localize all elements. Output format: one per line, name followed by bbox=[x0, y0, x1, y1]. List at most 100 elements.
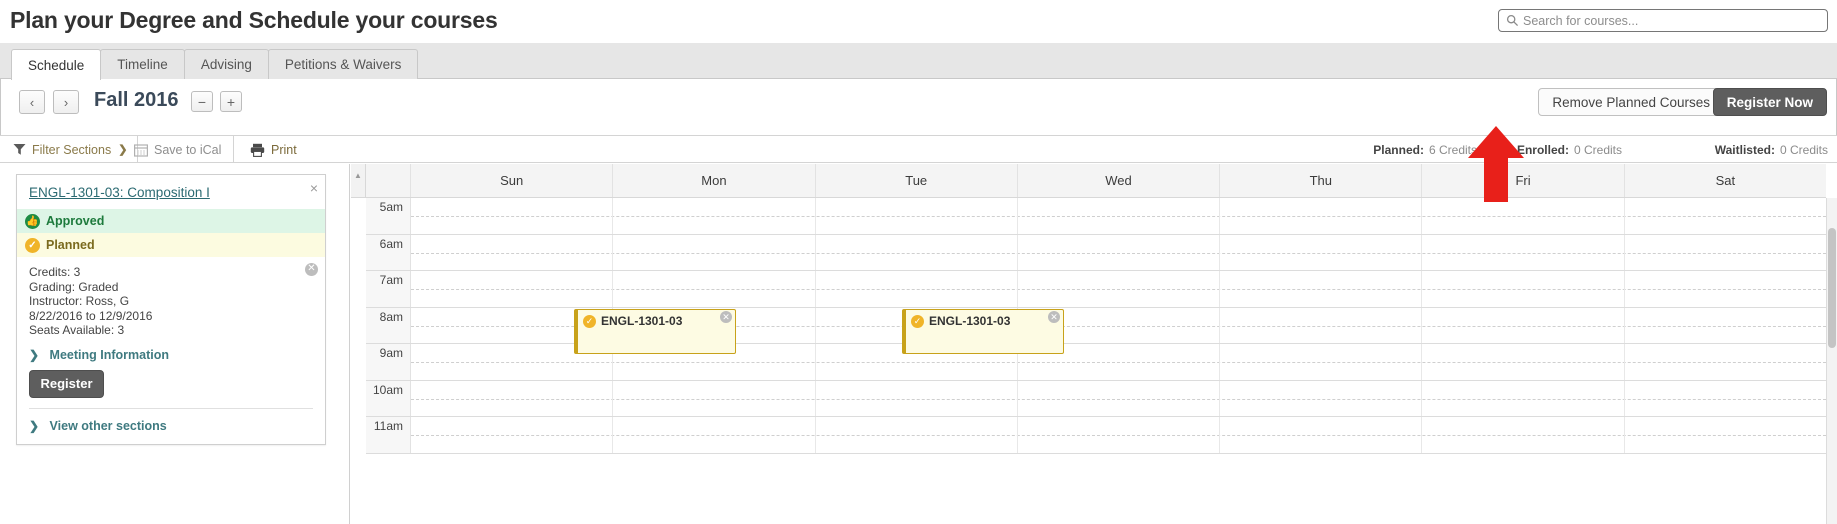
term-label: Fall 2016 bbox=[94, 89, 179, 111]
calendar-scrollbar[interactable] bbox=[1826, 198, 1837, 524]
course-details: ✕ Credits: 3 Grading: Graded Instructor:… bbox=[17, 257, 325, 340]
day-cell[interactable] bbox=[1220, 198, 1423, 234]
meeting-information-toggle[interactable]: ❯ Meeting Information bbox=[17, 340, 325, 366]
day-cell[interactable] bbox=[1625, 381, 1826, 417]
view-other-sections-toggle[interactable]: ❯ View other sections bbox=[17, 409, 325, 444]
day-cell[interactable] bbox=[1018, 234, 1221, 270]
detail-seats: Seats Available: 3 bbox=[29, 323, 125, 337]
day-cell[interactable] bbox=[613, 234, 816, 270]
register-now-button[interactable]: Register Now bbox=[1712, 88, 1827, 116]
day-cell[interactable] bbox=[613, 380, 816, 416]
day-header-sun: Sun bbox=[411, 164, 614, 197]
calendar-scrollbar-thumb[interactable] bbox=[1828, 228, 1836, 348]
print-label: Print bbox=[271, 142, 297, 157]
calendar-scroll-up-button[interactable]: ▲ bbox=[351, 164, 366, 198]
calendar-icon bbox=[134, 143, 148, 157]
day-cell[interactable] bbox=[411, 234, 614, 270]
day-header-thu: Thu bbox=[1220, 164, 1423, 197]
close-icon[interactable]: × bbox=[310, 181, 318, 195]
waitlisted-credits: Waitlisted: 0 Credits bbox=[1715, 136, 1828, 163]
day-cell[interactable] bbox=[1422, 234, 1625, 270]
day-cell[interactable] bbox=[1422, 344, 1625, 380]
enrolled-credits-label: Enrolled: bbox=[1516, 142, 1569, 157]
day-cell[interactable] bbox=[1422, 198, 1625, 234]
close-icon[interactable]: ✕ bbox=[1048, 311, 1060, 323]
search-icon bbox=[1506, 14, 1519, 27]
day-header-wed: Wed bbox=[1018, 164, 1221, 197]
day-cell[interactable] bbox=[613, 198, 816, 234]
close-icon[interactable]: ✕ bbox=[720, 311, 732, 323]
day-cell[interactable] bbox=[1018, 417, 1221, 453]
course-card: ENGL-1301-03: Composition I × 👍 Approved… bbox=[16, 174, 326, 445]
hour-row-7am: 7am bbox=[366, 271, 1826, 308]
hour-row-5am: 5am bbox=[366, 198, 1826, 235]
day-cell[interactable] bbox=[411, 417, 614, 453]
tab-advising[interactable]: Advising bbox=[183, 49, 269, 79]
print-button[interactable]: Print bbox=[250, 136, 297, 163]
planned-credits-value: 6 Credits bbox=[1428, 142, 1477, 157]
day-cell[interactable] bbox=[816, 380, 1018, 416]
filter-sections-button[interactable]: Filter Sections ❯ bbox=[13, 136, 139, 163]
day-columns bbox=[411, 198, 1826, 234]
day-cell[interactable] bbox=[1625, 235, 1826, 271]
tab-petitions-waivers[interactable]: Petitions & Waivers bbox=[267, 49, 419, 79]
detail-dates: 8/22/2016 to 12/9/2016 bbox=[29, 308, 153, 323]
day-cell[interactable] bbox=[1625, 271, 1826, 307]
day-cell[interactable] bbox=[1220, 271, 1423, 307]
day-cell[interactable] bbox=[1018, 198, 1221, 234]
day-cell[interactable] bbox=[1625, 198, 1826, 234]
calendar-event-header: ✓ ENGL-1301-03 ✕ bbox=[906, 310, 1063, 328]
calendar-event-mon[interactable]: ✓ ENGL-1301-03 ✕ bbox=[574, 309, 736, 354]
check-circle-icon: ✓ bbox=[25, 237, 40, 253]
next-term-button[interactable]: › bbox=[53, 90, 79, 114]
page-title: Plan your Degree and Schedule your cours… bbox=[10, 7, 498, 33]
day-cell[interactable] bbox=[1625, 308, 1826, 344]
zoom-in-button[interactable]: + bbox=[220, 91, 242, 112]
register-button[interactable]: Register bbox=[29, 369, 104, 398]
course-card-title-link[interactable]: ENGL-1301-03: Composition I bbox=[29, 185, 210, 200]
day-cell[interactable] bbox=[1018, 380, 1221, 416]
search-input[interactable] bbox=[1521, 10, 1823, 31]
search-container bbox=[1498, 9, 1828, 32]
day-cell[interactable] bbox=[1220, 344, 1423, 380]
day-cell[interactable] bbox=[1220, 380, 1423, 416]
hour-row-6am: 6am bbox=[366, 234, 1826, 271]
day-cell[interactable] bbox=[613, 271, 816, 307]
day-cell[interactable] bbox=[411, 380, 614, 416]
day-cell[interactable] bbox=[1018, 271, 1221, 307]
day-cell[interactable] bbox=[1625, 417, 1826, 453]
previous-term-button[interactable]: ‹ bbox=[19, 90, 45, 114]
day-cell[interactable] bbox=[411, 271, 614, 307]
day-cell[interactable] bbox=[816, 234, 1018, 270]
day-header-tue: Tue bbox=[816, 164, 1018, 197]
day-cell[interactable] bbox=[1220, 417, 1423, 453]
day-cell[interactable] bbox=[1220, 234, 1423, 270]
day-cell[interactable] bbox=[613, 417, 816, 453]
day-cell[interactable] bbox=[411, 198, 614, 234]
day-cell[interactable] bbox=[816, 417, 1018, 453]
day-cell[interactable] bbox=[816, 198, 1018, 234]
day-cell[interactable] bbox=[816, 271, 1018, 307]
day-cell[interactable] bbox=[1422, 307, 1625, 343]
detail-grading: Grading: Graded bbox=[29, 279, 119, 294]
save-to-ical-button[interactable]: Save to iCal bbox=[134, 136, 235, 163]
day-cell[interactable] bbox=[1422, 417, 1625, 453]
detail-credits: Credits: 3 bbox=[29, 265, 81, 279]
day-cell[interactable] bbox=[1625, 344, 1826, 380]
search-box[interactable] bbox=[1498, 9, 1828, 32]
tab-schedule[interactable]: Schedule bbox=[11, 49, 102, 80]
day-cell[interactable] bbox=[1422, 380, 1625, 416]
remove-planned-courses-button[interactable]: Remove Planned Courses bbox=[1538, 88, 1724, 116]
meeting-information-label: Meeting Information bbox=[49, 347, 169, 362]
calendar-event-wed[interactable]: ✓ ENGL-1301-03 ✕ bbox=[902, 309, 1064, 354]
hour-label-10am: 10am bbox=[366, 380, 411, 416]
status-badge-approved: 👍 Approved bbox=[17, 209, 325, 233]
weekly-calendar: ▲ Sun Mon Tue Wed Thu Fri Sat 5am 6am 7a… bbox=[351, 164, 1837, 524]
day-cell[interactable] bbox=[1220, 307, 1423, 343]
day-cell[interactable] bbox=[1422, 271, 1625, 307]
check-circle-icon: ✓ bbox=[911, 314, 924, 328]
schedule-toolbar: Filter Sections ❯ Save to iCal Print Pla… bbox=[0, 135, 1837, 163]
zoom-out-button[interactable]: − bbox=[191, 91, 213, 112]
remove-course-icon[interactable]: ✕ bbox=[305, 263, 318, 276]
tab-timeline[interactable]: Timeline bbox=[100, 49, 185, 79]
